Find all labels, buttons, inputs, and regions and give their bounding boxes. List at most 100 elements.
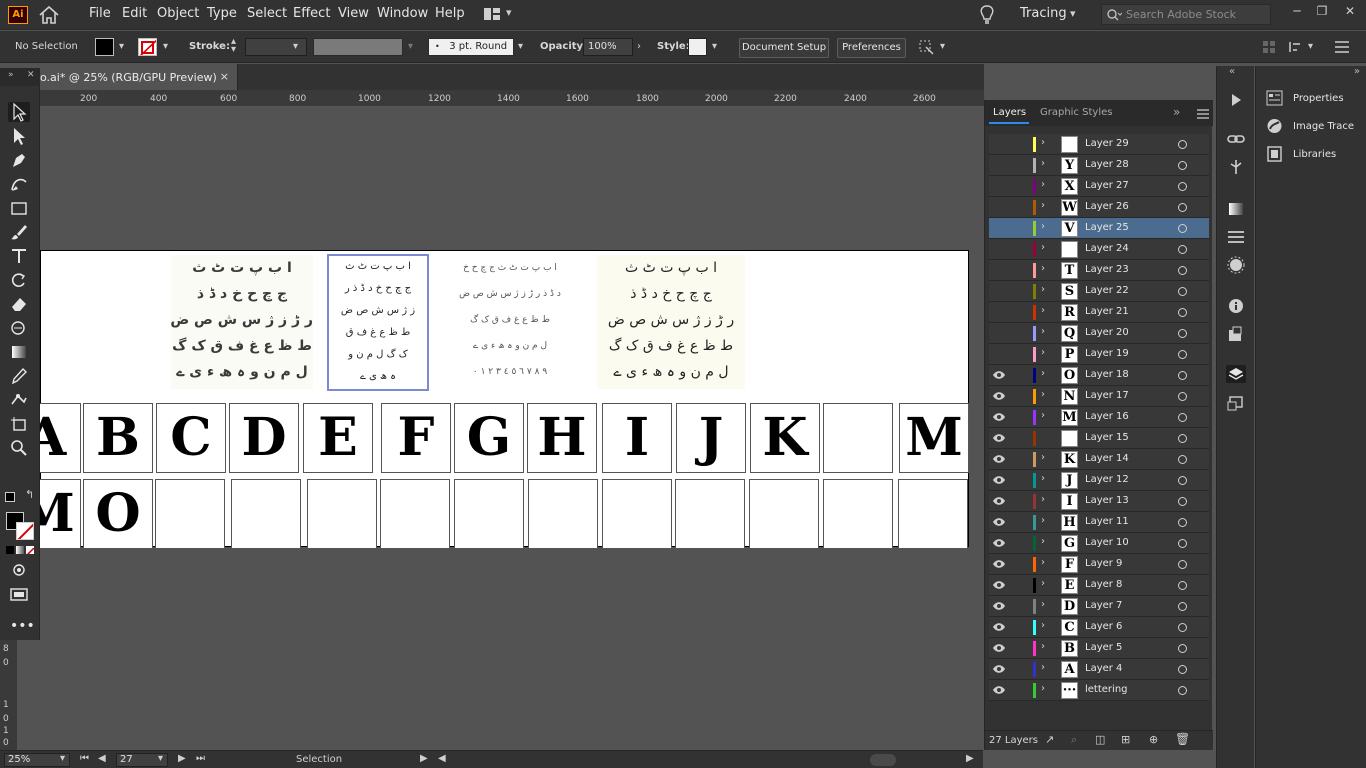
letter-box[interactable] — [898, 479, 968, 549]
rotate-tool-icon[interactable] — [8, 270, 30, 290]
layer-row[interactable]: › G Layer 10 — [989, 533, 1209, 554]
chevron-down-icon[interactable]: ▾ — [163, 41, 168, 52]
chevron-down-icon[interactable]: ▾ — [119, 41, 124, 52]
collapse-icon[interactable]: » — [8, 70, 14, 80]
scroll-left-icon[interactable]: ◀ — [438, 753, 446, 764]
target-icon[interactable] — [1178, 161, 1187, 170]
target-icon[interactable] — [1178, 434, 1187, 443]
expand-chevron-icon[interactable]: › — [1041, 599, 1045, 610]
expand-chevron-icon[interactable]: › — [1041, 389, 1045, 400]
layer-name[interactable]: Layer 18 — [1085, 369, 1129, 380]
selection-tool-icon[interactable] — [8, 102, 30, 122]
letter-box[interactable]: O — [83, 479, 153, 549]
visibility-toggle[interactable] — [993, 223, 1005, 233]
eye-icon[interactable] — [993, 538, 1005, 548]
letter-box[interactable] — [528, 479, 598, 549]
expand-chevron-icon[interactable]: › — [1041, 179, 1045, 190]
export-asset-icon[interactable] — [1226, 325, 1246, 343]
layer-name[interactable]: Layer 24 — [1085, 243, 1129, 254]
trash-icon[interactable]: 🗑 — [1175, 732, 1190, 746]
visibility-toggle[interactable] — [993, 160, 1005, 170]
brush-definition[interactable]: • 3 pt. Round — [428, 38, 514, 56]
layer-row[interactable]: › F Layer 9 — [989, 554, 1209, 575]
expand-chevron-icon[interactable]: › — [1041, 494, 1045, 505]
document-setup-button[interactable]: Document Setup — [739, 38, 829, 58]
layer-row[interactable]: › M Layer 16 — [989, 407, 1209, 428]
chevron-down-icon[interactable]: ▾ — [1070, 7, 1076, 20]
artboard-tool-icon[interactable] — [8, 414, 30, 434]
chevron-down-icon[interactable]: ▾ — [712, 41, 717, 52]
expand-chevron-icon[interactable]: › — [1041, 137, 1045, 148]
layer-row[interactable]: › O Layer 18 — [989, 365, 1209, 386]
target-icon[interactable] — [1178, 581, 1187, 590]
play-icon[interactable] — [1226, 91, 1246, 109]
puppet-icon[interactable] — [1226, 158, 1246, 176]
expand-chevron-icon[interactable]: › — [1041, 242, 1045, 253]
expand-chevron-icon[interactable]: › — [1041, 473, 1045, 484]
layer-row[interactable]: › H Layer 11 — [989, 512, 1209, 533]
layer-row[interactable]: › Q Layer 20 — [989, 323, 1209, 344]
letter-box[interactable] — [823, 479, 893, 549]
letter-box[interactable] — [231, 479, 301, 549]
target-icon[interactable] — [1178, 455, 1187, 464]
target-icon[interactable] — [1178, 497, 1187, 506]
align-icon[interactable] — [1262, 40, 1276, 54]
puppet-warp-tool-icon[interactable] — [8, 390, 30, 410]
document-tab[interactable]: o.ai* @ 25% (RGB/GPU Preview) × — [40, 64, 238, 90]
last-artboard-icon[interactable]: ⏭ — [196, 753, 205, 764]
tools-panel-header[interactable]: » ✕ — [0, 68, 40, 86]
expand-chevron-icon[interactable]: › — [1041, 452, 1045, 463]
layer-name[interactable]: Layer 16 — [1085, 411, 1129, 422]
expand-chevron-icon[interactable]: › — [1041, 515, 1045, 526]
expand-chevron-icon[interactable]: › — [1041, 326, 1045, 337]
eye-icon[interactable] — [993, 685, 1005, 695]
expand-chevron-icon[interactable]: › — [1041, 305, 1045, 316]
target-icon[interactable] — [1178, 308, 1187, 317]
letter-box[interactable]: A — [40, 403, 81, 473]
letter-box[interactable] — [380, 479, 450, 549]
more-tools-icon[interactable]: ••• — [10, 618, 35, 634]
urdu-alphabet-image-1[interactable]: ا ب پ ت ٹ ث ج چ ح خ د ڈ ذ ر ڑ ز ژ س ش ص … — [170, 255, 313, 389]
eye-icon[interactable] — [993, 559, 1005, 569]
layer-name[interactable]: Layer 29 — [1085, 138, 1129, 149]
letter-box[interactable]: G — [454, 403, 524, 473]
layer-name[interactable]: Layer 11 — [1085, 516, 1129, 527]
status-menu-icon[interactable]: ▶ — [420, 753, 428, 764]
urdu-alphabet-image-3[interactable]: ا ب پ ت ٹ ث ج چ ح خ د ڈ ذ ر ڑ ز ژ س ش ص … — [439, 255, 581, 389]
layer-row[interactable]: › P Layer 19 — [989, 344, 1209, 365]
letter-box[interactable] — [454, 479, 524, 549]
target-icon[interactable] — [1178, 539, 1187, 548]
menu-view[interactable]: View — [338, 6, 369, 21]
target-icon[interactable] — [1178, 350, 1187, 359]
default-colors-icon[interactable] — [5, 492, 15, 502]
letter-box[interactable]: B — [83, 403, 153, 473]
eye-icon[interactable] — [993, 643, 1005, 653]
layer-row[interactable]: › V Layer 25 — [989, 218, 1209, 239]
target-icon[interactable] — [1178, 665, 1187, 674]
fill-swatch[interactable] — [95, 38, 114, 56]
eyedropper-tool-icon[interactable] — [8, 366, 30, 386]
layer-name[interactable]: lettering — [1085, 684, 1128, 695]
expand-chevron-icon[interactable]: › — [1041, 347, 1045, 358]
eye-icon[interactable] — [993, 664, 1005, 674]
stroke-swatch[interactable] — [138, 38, 157, 56]
letter-box[interactable]: I — [602, 403, 672, 473]
eye-icon[interactable] — [993, 580, 1005, 590]
layer-row[interactable]: Layer 15 — [989, 428, 1209, 449]
close-icon[interactable]: ✕ — [27, 70, 35, 80]
target-icon[interactable] — [1178, 413, 1187, 422]
lightbulb-icon[interactable] — [979, 5, 995, 25]
eye-icon[interactable] — [993, 454, 1005, 464]
layer-row[interactable]: › I Layer 13 — [989, 491, 1209, 512]
menu-object[interactable]: Object — [157, 6, 199, 21]
menu-icon[interactable] — [1335, 41, 1349, 53]
layer-row[interactable]: › B Layer 5 — [989, 638, 1209, 659]
canvas[interactable]: ا ب پ ت ٹ ث ج چ ح خ د ڈ ذ ر ڑ ز ژ س ش ص … — [40, 107, 983, 749]
none-mode-icon[interactable] — [26, 546, 34, 554]
close-icon[interactable]: × — [220, 70, 229, 83]
zoom-tool-icon[interactable] — [8, 438, 30, 458]
letter-box[interactable] — [155, 479, 225, 549]
menu-file[interactable]: File — [89, 6, 111, 21]
expand-chevron-icon[interactable]: › — [1041, 620, 1045, 631]
layer-name[interactable]: Layer 28 — [1085, 159, 1129, 170]
